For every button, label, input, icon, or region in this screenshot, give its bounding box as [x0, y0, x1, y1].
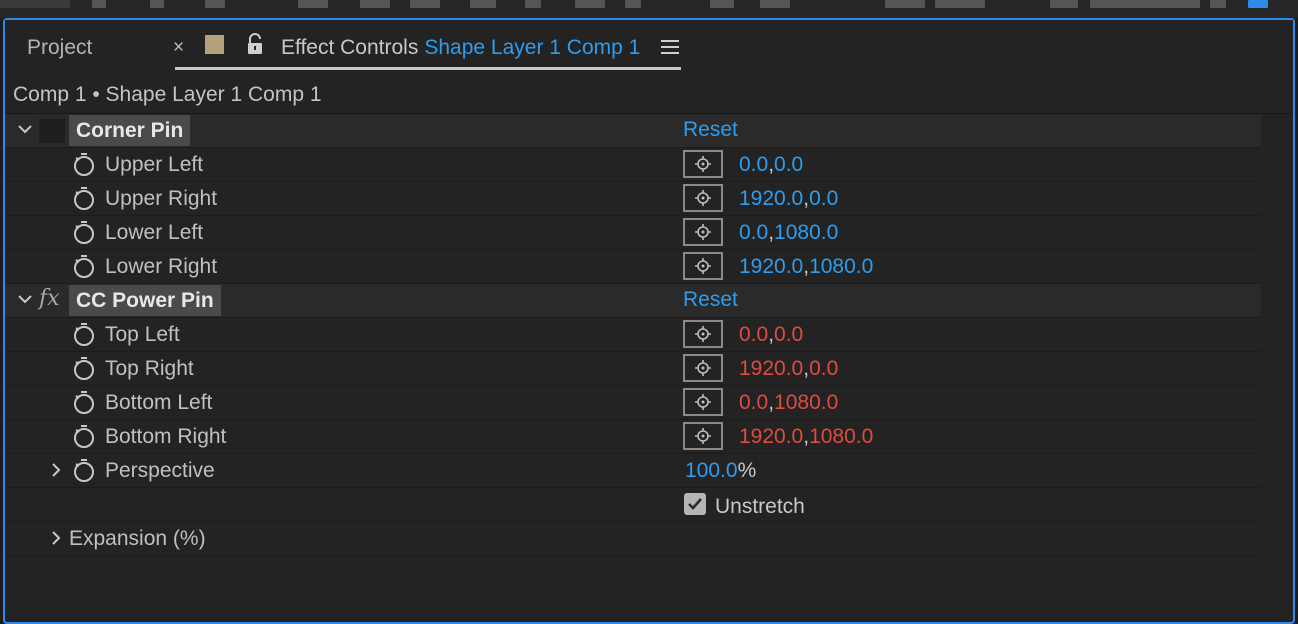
effect-controls-panel: Project × Effect Controls Shape Layer 1 C… — [3, 18, 1295, 624]
value-x[interactable]: 0.0 — [739, 323, 768, 346]
perspective-unit: % — [737, 459, 757, 482]
property-label: Upper Right — [105, 187, 218, 210]
stopwatch-icon[interactable] — [73, 425, 95, 449]
value-x[interactable]: 0.0 — [739, 153, 768, 176]
property-label: Top Left — [105, 323, 180, 346]
value-y[interactable]: 0.0 — [774, 153, 803, 176]
chevron-down-icon[interactable] — [17, 291, 33, 307]
stopwatch-icon[interactable] — [73, 153, 95, 177]
property-row: Top Left 0.0,0.0 — [5, 318, 1261, 352]
property-row-perspective: Perspective 100.0% — [5, 454, 1261, 488]
stopwatch-icon[interactable] — [73, 255, 95, 279]
property-row: Lower Left 0.0,1080.0 — [5, 216, 1261, 250]
value-y[interactable]: 1080.0 — [809, 425, 873, 448]
value-x[interactable]: 0.0 — [739, 221, 768, 244]
effect-toggle-box[interactable] — [39, 119, 65, 143]
stopwatch-icon[interactable] — [73, 221, 95, 245]
chevron-right-icon[interactable] — [49, 530, 63, 546]
value-y[interactable]: 1080.0 — [809, 255, 873, 278]
tab-effect-controls[interactable]: Effect Controls Shape Layer 1 Comp 1 — [281, 36, 640, 60]
unstretch-label: Unstretch — [715, 495, 805, 518]
breadcrumb-text: Comp 1 • Shape Layer 1 Comp 1 — [13, 83, 322, 106]
effect-header-corner-pin[interactable]: Corner Pin Reset — [5, 114, 1261, 148]
chevron-down-icon[interactable] — [17, 121, 33, 137]
point-value: 1920.0,0.0 — [739, 187, 839, 210]
reset-button[interactable]: Reset — [683, 118, 738, 142]
property-row: Bottom Left 0.0,1080.0 — [5, 386, 1261, 420]
value-y[interactable]: 1080.0 — [774, 391, 838, 414]
property-label: Bottom Left — [105, 391, 213, 414]
property-label: Lower Right — [105, 255, 218, 278]
property-label: Upper Left — [105, 153, 204, 176]
effects-list: Corner Pin Reset Upper Left 0.0,0.0 Uppe… — [5, 114, 1261, 556]
chevron-right-icon[interactable] — [49, 462, 63, 478]
label-color-swatch[interactable] — [205, 35, 224, 54]
point-picker-button[interactable] — [683, 354, 723, 382]
lock-icon[interactable] — [245, 33, 265, 55]
active-tab-indicator — [175, 67, 681, 70]
effect-header-cc-power-pin[interactable]: fx CC Power Pin Reset — [5, 284, 1261, 318]
stopwatch-icon[interactable] — [73, 323, 95, 347]
value-x[interactable]: 1920.0 — [739, 255, 803, 278]
property-row: Top Right 1920.0,0.0 — [5, 352, 1261, 386]
point-value: 0.0,1080.0 — [739, 221, 839, 244]
property-row: Upper Right 1920.0,0.0 — [5, 182, 1261, 216]
close-icon[interactable]: × — [173, 37, 184, 59]
property-row-expansion: Expansion (%) — [5, 522, 1261, 556]
value-x[interactable]: 1920.0 — [739, 425, 803, 448]
point-picker-button[interactable] — [683, 150, 723, 178]
stopwatch-icon[interactable] — [73, 357, 95, 381]
point-value: 0.0,1080.0 — [739, 391, 839, 414]
property-label: Perspective — [105, 459, 215, 482]
reset-button[interactable]: Reset — [683, 288, 738, 312]
perspective-value: 100.0% — [685, 459, 756, 483]
value-y[interactable]: 0.0 — [809, 357, 838, 380]
point-picker-button[interactable] — [683, 184, 723, 212]
value-y[interactable]: 1080.0 — [774, 221, 838, 244]
point-picker-button[interactable] — [683, 218, 723, 246]
point-picker-button[interactable] — [683, 320, 723, 348]
fx-icon[interactable]: fx — [39, 286, 60, 311]
property-row: Bottom Right 1920.0,1080.0 — [5, 420, 1261, 454]
value-x[interactable]: 1920.0 — [739, 187, 803, 210]
panel-tab-bar: Project × Effect Controls Shape Layer 1 C… — [5, 20, 1293, 74]
value-y[interactable]: 0.0 — [809, 187, 838, 210]
stopwatch-icon[interactable] — [73, 459, 95, 483]
top-toolbar-strip — [0, 0, 1298, 18]
point-value: 1920.0,1080.0 — [739, 425, 874, 448]
tab-effect-controls-comp: Shape Layer 1 Comp 1 — [424, 36, 641, 59]
value-x[interactable]: 0.0 — [739, 391, 768, 414]
point-value: 0.0,0.0 — [739, 153, 804, 176]
stopwatch-icon[interactable] — [73, 391, 95, 415]
breadcrumb: Comp 1 • Shape Layer 1 Comp 1 — [5, 74, 1293, 114]
perspective-number[interactable]: 100.0 — [685, 459, 738, 482]
property-row-unstretch: Unstretch — [5, 488, 1261, 522]
value-y[interactable]: 0.0 — [774, 323, 803, 346]
property-label: Bottom Right — [105, 425, 227, 448]
point-value: 0.0,0.0 — [739, 323, 804, 346]
point-value: 1920.0,0.0 — [739, 357, 839, 380]
unstretch-checkbox[interactable] — [684, 493, 706, 515]
point-picker-button[interactable] — [683, 388, 723, 416]
property-row: Upper Left 0.0,0.0 — [5, 148, 1261, 182]
property-row: Lower Right 1920.0,1080.0 — [5, 250, 1261, 284]
value-x[interactable]: 1920.0 — [739, 357, 803, 380]
property-label: Lower Left — [105, 221, 204, 244]
tab-effect-controls-label: Effect Controls — [281, 36, 419, 59]
point-picker-button[interactable] — [683, 422, 723, 450]
panel-menu-icon[interactable] — [661, 40, 679, 54]
point-value: 1920.0,1080.0 — [739, 255, 874, 278]
effect-name[interactable]: CC Power Pin — [69, 285, 221, 316]
tab-project[interactable]: Project — [27, 36, 92, 60]
expansion-label[interactable]: Expansion (%) — [69, 527, 206, 551]
property-label: Top Right — [105, 357, 194, 380]
stopwatch-icon[interactable] — [73, 187, 95, 211]
effect-name[interactable]: Corner Pin — [69, 115, 191, 146]
point-picker-button[interactable] — [683, 252, 723, 280]
